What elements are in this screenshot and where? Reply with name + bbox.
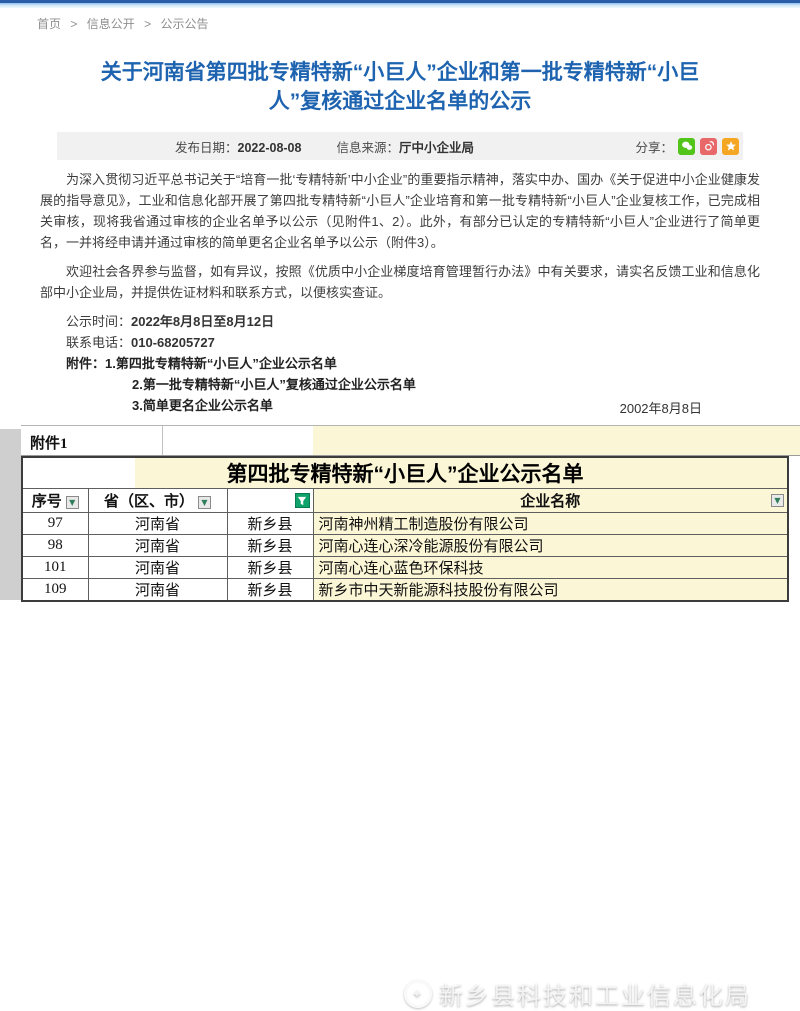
table-row: 109 河南省 新乡县 新乡市中天新能源科技股份有限公司 bbox=[22, 579, 788, 602]
breadcrumb-info-disclosure[interactable]: 信息公开 bbox=[87, 17, 135, 31]
notice-time-label: 公示时间： bbox=[66, 314, 131, 329]
star-share-icon[interactable] bbox=[722, 138, 739, 155]
watermark-text: 新乡县科技和工业信息化局 bbox=[439, 976, 751, 1011]
phone-line: 联系电话：010-68205727 bbox=[40, 332, 760, 353]
paragraph: 欢迎社会各界参与监督，如有异议，按照《优质中小企业梯度培育管理暂行办法》中有关要… bbox=[40, 261, 760, 303]
table-title: 第四批专精特新“小巨人”企业公示名单 bbox=[22, 457, 788, 489]
breadcrumb: 首页 > 信息公开 > 公示公告 bbox=[37, 15, 208, 32]
phone-value: 010-68205727 bbox=[131, 335, 215, 350]
column-header-county bbox=[227, 489, 313, 513]
table-cell-company: 河南心连心深冷能源股份有限公司 bbox=[313, 535, 788, 557]
watermark: 新乡县科技和工业信息化局 bbox=[404, 976, 751, 1011]
column-header-label: 企业名称 bbox=[520, 494, 580, 510]
breadcrumb-home[interactable]: 首页 bbox=[37, 17, 61, 31]
publish-date: 发布日期：2022-08-08 bbox=[175, 137, 301, 156]
info-source-value: 厅中小企业局 bbox=[399, 141, 474, 155]
sheet-left-margin bbox=[0, 429, 21, 600]
meta-left-group: 发布日期：2022-08-08 信息来源：厅中小企业局 bbox=[175, 137, 474, 156]
filter-dropdown-icon[interactable] bbox=[771, 494, 784, 507]
breadcrumb-public-notice[interactable]: 公示公告 bbox=[160, 17, 208, 31]
share-label: 分享： bbox=[635, 137, 673, 156]
table-cell-county: 新乡县 bbox=[227, 513, 313, 535]
table-cell-company: 河南心连心蓝色环保科技 bbox=[313, 557, 788, 579]
attachment-item: 1.第四批专精特新“小巨人”企业公示名单 bbox=[105, 356, 337, 371]
column-header-province: 省（区、市） bbox=[88, 489, 227, 513]
table-cell-county: 新乡县 bbox=[227, 557, 313, 579]
sheet-area: 附件1 第四批专精特新“小巨人”企业公示名单 序号 省（区、市） 企业名称 97… bbox=[21, 425, 800, 602]
phone-label: 联系电话： bbox=[66, 335, 131, 350]
table-cell-company: 河南神州精工制造股份有限公司 bbox=[313, 513, 788, 535]
column-header-label: 序号 bbox=[32, 494, 62, 510]
page-title: 关于河南省第四批专精特新“小巨人”企业和第一批专精特新“小巨人”复核通过企业名单… bbox=[100, 58, 700, 116]
attachments-label: 附件： bbox=[66, 356, 105, 371]
table-cell-seq: 109 bbox=[22, 579, 88, 602]
attachment-sheet: 附件1 第四批专精特新“小巨人”企业公示名单 序号 省（区、市） 企业名称 97… bbox=[0, 425, 800, 600]
table-cell-county: 新乡县 bbox=[227, 579, 313, 602]
filter-dropdown-icon[interactable] bbox=[66, 496, 79, 509]
table-row: 98 河南省 新乡县 河南心连心深冷能源股份有限公司 bbox=[22, 535, 788, 557]
sheet-label-row: 附件1 bbox=[21, 425, 800, 456]
column-header-label: 省（区、市） bbox=[104, 494, 194, 510]
table-row: 97 河南省 新乡县 河南神州精工制造股份有限公司 bbox=[22, 513, 788, 535]
article-content: 关于河南省第四批专精特新“小巨人”企业和第一批专精特新“小巨人”复核通过企业名单… bbox=[30, 48, 770, 419]
article-meta-bar: 发布日期：2022-08-08 信息来源：厅中小企业局 分享： bbox=[57, 132, 743, 160]
filter-dropdown-icon[interactable] bbox=[198, 496, 211, 509]
table-cell-province: 河南省 bbox=[88, 579, 227, 602]
publish-date-value: 2022-08-08 bbox=[238, 141, 302, 155]
table-cell-province: 河南省 bbox=[88, 557, 227, 579]
sheet-label: 附件1 bbox=[30, 432, 68, 453]
emblem-icon bbox=[404, 980, 432, 1008]
company-table: 第四批专精特新“小巨人”企业公示名单 序号 省（区、市） 企业名称 97 河南省… bbox=[21, 456, 789, 602]
info-source-label: 信息来源： bbox=[336, 141, 399, 155]
table-cell-seq: 101 bbox=[22, 557, 88, 579]
attachment-item: 2.第一批专精特新“小巨人”复核通过企业公示名单 bbox=[40, 374, 760, 395]
weibo-share-icon[interactable] bbox=[700, 138, 717, 155]
table-cell-province: 河南省 bbox=[88, 535, 227, 557]
table-cell-province: 河南省 bbox=[88, 513, 227, 535]
info-source: 信息来源：厅中小企业局 bbox=[336, 137, 474, 156]
breadcrumb-separator: > bbox=[70, 17, 77, 31]
notice-time-value: 2022年8月8日至8月12日 bbox=[131, 314, 274, 329]
share-group: 分享： bbox=[635, 137, 739, 156]
filter-funnel-icon[interactable] bbox=[295, 493, 310, 508]
breadcrumb-separator: > bbox=[144, 17, 151, 31]
site-header-edge bbox=[0, 0, 800, 8]
table-cell-seq: 98 bbox=[22, 535, 88, 557]
wechat-share-icon[interactable] bbox=[678, 138, 695, 155]
table-cell-seq: 97 bbox=[22, 513, 88, 535]
table-cell-county: 新乡县 bbox=[227, 535, 313, 557]
publish-date-label: 发布日期： bbox=[175, 141, 238, 155]
table-cell-company: 新乡市中天新能源科技股份有限公司 bbox=[313, 579, 788, 602]
paragraph: 为深入贯彻习近平总书记关于“培育一批‘专精特新’中小企业”的重要指示精神，落实中… bbox=[40, 169, 760, 253]
attachments-line: 附件：1.第四批专精特新“小巨人”企业公示名单 bbox=[40, 353, 760, 374]
table-row: 101 河南省 新乡县 河南心连心蓝色环保科技 bbox=[22, 557, 788, 579]
column-header-company: 企业名称 bbox=[313, 489, 788, 513]
column-header-seq: 序号 bbox=[22, 489, 88, 513]
article-body: 为深入贯彻习近平总书记关于“培育一批‘专精特新’中小企业”的重要指示精神，落实中… bbox=[40, 169, 760, 419]
notice-time-line: 公示时间：2022年8月8日至8月12日 bbox=[40, 311, 760, 332]
